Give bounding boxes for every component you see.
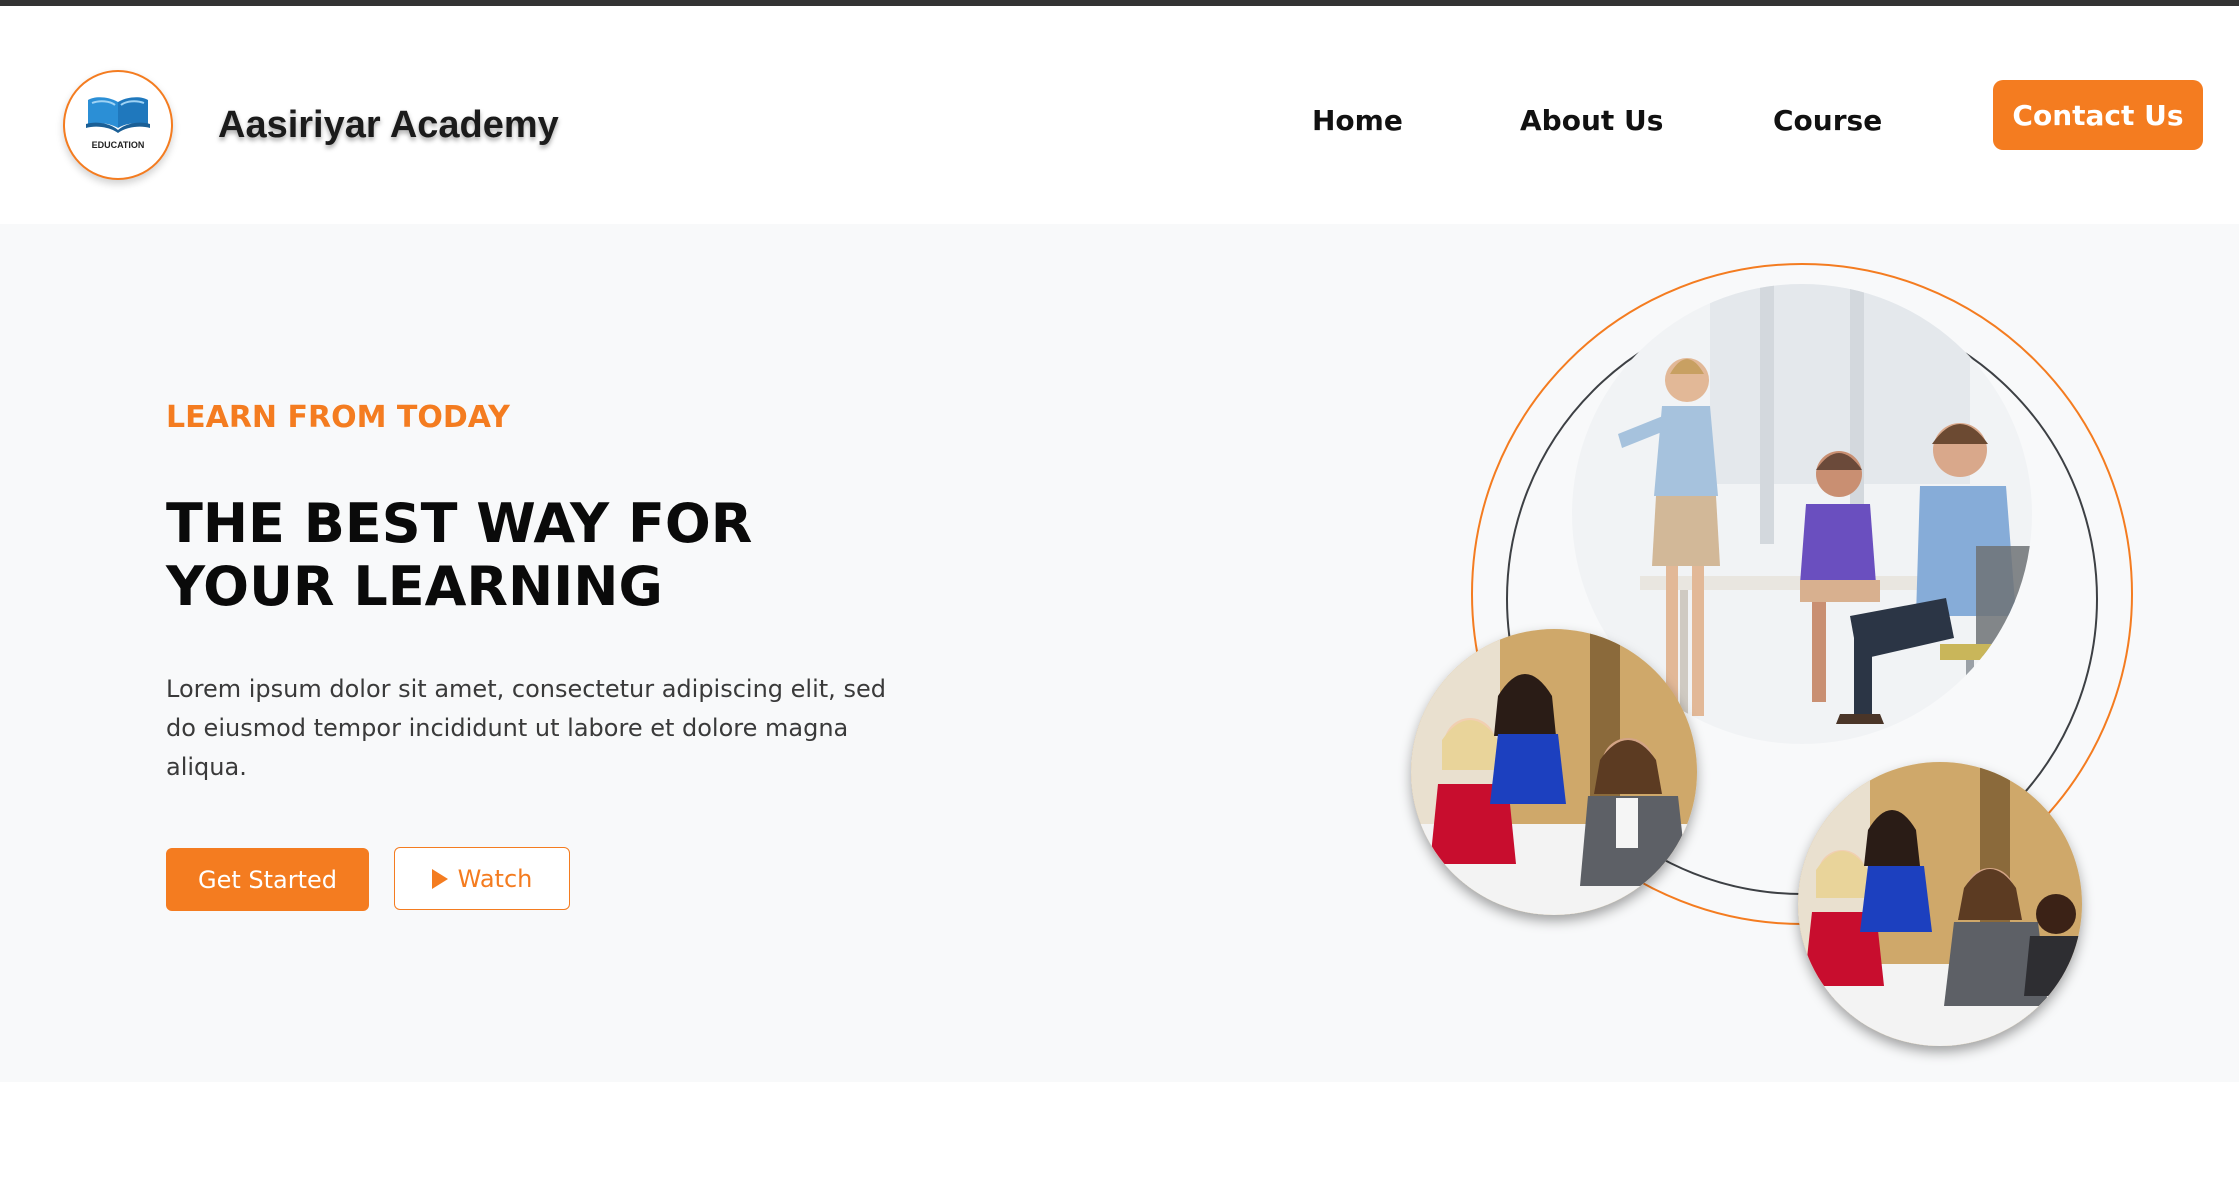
hero-headline-line-1: THE BEST WAY FOR — [166, 492, 753, 555]
get-started-button[interactable]: Get Started — [166, 848, 369, 911]
open-book-icon — [86, 97, 150, 133]
hero-description: Lorem ipsum dolor sit amet, consectetur … — [166, 675, 886, 781]
play-icon — [431, 868, 448, 889]
hero-headline: THE BEST WAY FOR YOUR LEARNING — [166, 492, 926, 618]
logo[interactable]: EDUCATION — [63, 70, 173, 180]
nav-about-us[interactable]: About Us — [1520, 104, 1663, 137]
hero-eyebrow: LEARN FROM TODAY — [166, 400, 510, 435]
hero-section: LEARN FROM TODAY THE BEST WAY FOR YOUR L… — [0, 224, 2239, 1082]
contact-us-button[interactable]: Contact Us — [1993, 80, 2203, 150]
brand-name[interactable]: Aasiriyar Academy — [218, 104, 559, 147]
hero-headline-line-2: YOUR LEARNING — [166, 555, 663, 618]
logo-caption: EDUCATION — [91, 140, 145, 150]
site-header: EDUCATION Aasiriyar Academy Home About U… — [0, 6, 2239, 224]
nav-home[interactable]: Home — [1312, 104, 1403, 137]
nav-course[interactable]: Course — [1773, 104, 1882, 137]
watch-button[interactable]: Watch — [394, 847, 570, 910]
hero-illustration — [1411, 263, 2133, 1046]
group-study-photo-right — [1798, 762, 2082, 1046]
watch-button-label: Watch — [457, 864, 533, 893]
